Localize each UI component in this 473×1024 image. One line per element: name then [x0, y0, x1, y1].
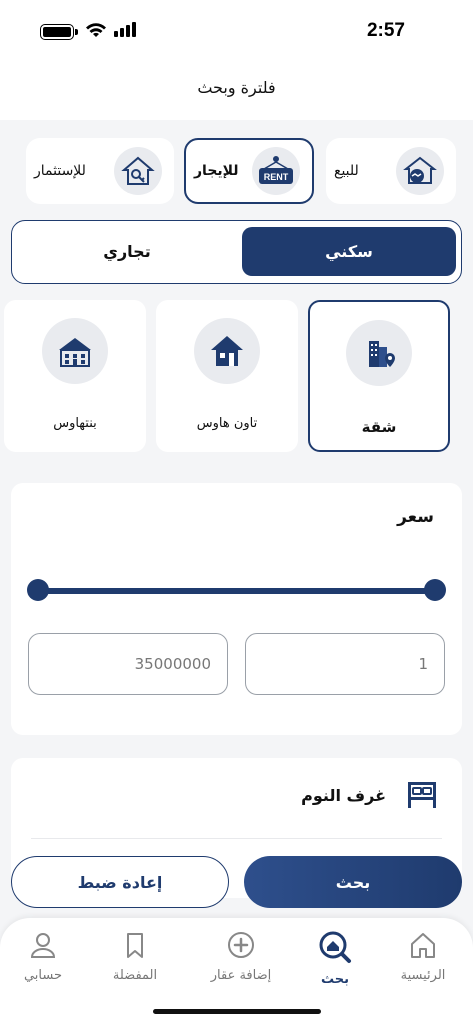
status-time: 2:57: [366, 20, 405, 41]
price-title: سعر: [397, 507, 434, 527]
battery-icon: [40, 24, 78, 40]
segment-residential[interactable]: سكني: [242, 227, 456, 276]
listing-type-label: للإستثمار: [34, 163, 86, 179]
category-segmented-control: سكني تجاري: [11, 220, 462, 284]
rent-sign-icon: RENT: [252, 147, 300, 195]
property-type-label: شقة: [361, 418, 397, 436]
tab-label: المفضلة: [112, 968, 158, 983]
bottom-tab-bar: الرئيسية بحث إضافة عقار المفضلة حسابي: [0, 918, 473, 1024]
property-type-apartment[interactable]: شقة: [308, 300, 450, 452]
tab-label: الرئيسية: [400, 968, 446, 983]
listing-type-rent[interactable]: للإيجار RENT: [184, 138, 314, 204]
listing-type-label: للبيع: [334, 163, 359, 179]
price-slider-min-thumb[interactable]: [27, 579, 49, 601]
add-circle-icon: [228, 932, 254, 958]
tab-favorites[interactable]: المفضلة: [88, 930, 182, 983]
svg-text:RENT: RENT: [264, 172, 289, 182]
apartment-building-icon: [346, 320, 412, 386]
home-indicator: [152, 1009, 321, 1014]
reset-button[interactable]: إعادة ضبط: [11, 856, 229, 908]
property-type-label: بنتهاوس: [53, 416, 97, 431]
wifi-icon: [86, 23, 106, 37]
status-bar: 2:57: [0, 0, 473, 60]
listing-type-label: للإيجار: [194, 163, 239, 179]
bed-icon: [408, 782, 436, 808]
house-handshake-icon: [396, 147, 444, 195]
tab-home[interactable]: الرئيسية: [376, 930, 470, 983]
segment-commercial[interactable]: تجاري: [20, 227, 234, 276]
tab-label: بحث: [320, 972, 349, 987]
bookmark-icon: [127, 933, 143, 958]
price-min-input[interactable]: 1: [245, 633, 445, 695]
page-header: فلترة وبحث: [0, 60, 473, 120]
cellular-signal-icon: [114, 22, 136, 37]
user-icon: [30, 933, 56, 958]
search-home-icon: [319, 931, 351, 963]
price-slider-max-thumb[interactable]: [424, 579, 446, 601]
action-bar: بحث إعادة ضبط: [11, 856, 462, 908]
page-title: فلترة وبحث: [197, 78, 276, 97]
tab-account[interactable]: حسابي: [0, 930, 90, 983]
listing-type-sale[interactable]: للبيع: [326, 138, 456, 204]
property-type-penthouse[interactable]: بنتهاوس: [4, 300, 146, 452]
house-key-icon: [114, 147, 162, 195]
price-range-track[interactable]: [37, 588, 435, 594]
townhouse-icon: [194, 318, 260, 384]
bedrooms-title: غرف النوم: [301, 786, 386, 805]
price-max-input[interactable]: 35000000: [28, 633, 228, 695]
tab-search[interactable]: بحث: [288, 930, 382, 987]
home-icon: [411, 933, 435, 958]
penthouse-icon: [42, 318, 108, 384]
tab-label: حسابي: [23, 968, 63, 983]
property-type-townhouse[interactable]: تاون هاوس: [156, 300, 298, 452]
divider: [31, 838, 442, 839]
property-type-label: تاون هاوس: [196, 416, 258, 431]
tab-add-property[interactable]: إضافة عقار: [194, 930, 288, 983]
price-filter-card: سعر 35000000 1: [11, 483, 462, 735]
listing-type-investment[interactable]: للإستثمار: [26, 138, 174, 204]
search-button[interactable]: بحث: [244, 856, 462, 908]
tab-label: إضافة عقار: [210, 968, 272, 983]
